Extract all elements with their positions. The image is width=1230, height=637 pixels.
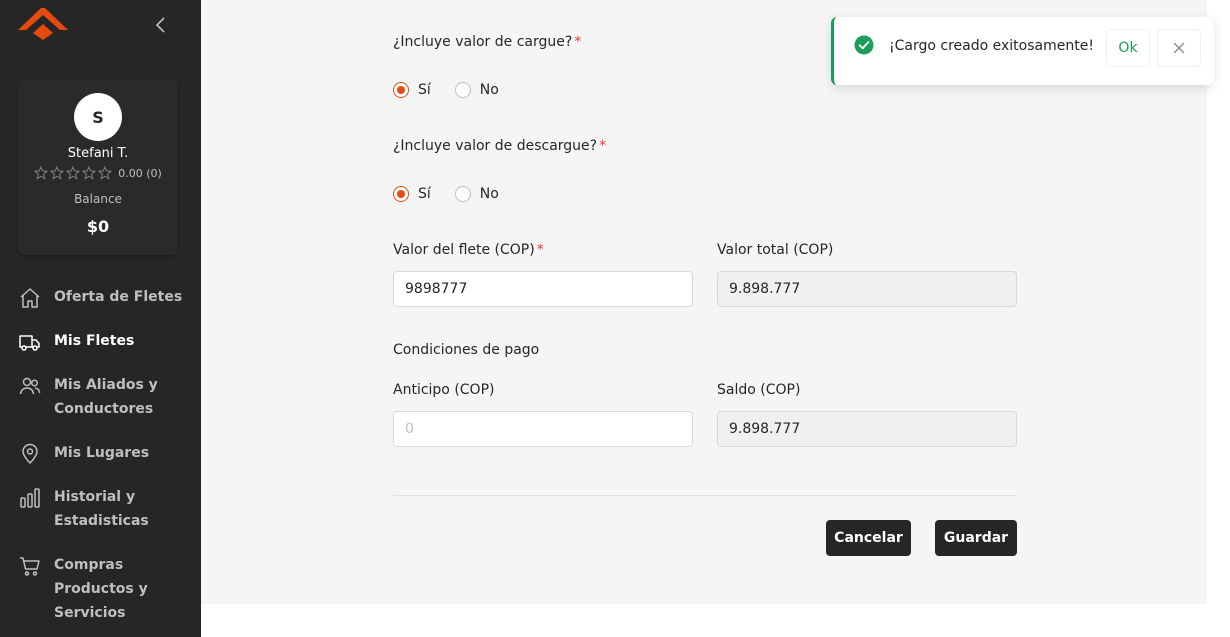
total-field [717, 271, 1017, 307]
freight-form: ¿Incluye valor de cargue? * Sí No ¿Incluy… [201, 0, 1207, 604]
check-circle-icon [854, 35, 874, 55]
rating: 0.00 (0) [18, 166, 178, 180]
saldo-label: Saldo (COP) [717, 382, 801, 398]
cancel-button[interactable]: Cancelar [826, 520, 911, 556]
flete-label-text: Valor del flete (COP) [393, 242, 535, 258]
radio-label: No [479, 82, 499, 98]
main-area: ¿Incluye valor de cargue? * Sí No ¿Incluy… [201, 0, 1230, 637]
nav-item-compras[interactable]: Compras Productos y Servicios [18, 553, 193, 625]
rating-value: 0.00 (0) [118, 166, 162, 180]
saldo-field [717, 411, 1017, 447]
toast-message: ¡Cargo creado exitosamente! [889, 38, 1094, 54]
required-mark: * [599, 138, 607, 154]
star-icon [50, 166, 65, 180]
nav-item-oferta-de-fletes[interactable]: Oferta de Fletes [18, 285, 193, 310]
radio-label: Sí [418, 82, 431, 98]
profile-card: S Stefani T. 0.00 (0) Balance $0 [18, 80, 178, 255]
descargue-question: ¿Incluye valor de descargue? * [393, 138, 606, 154]
success-toast: ¡Cargo creado exitosamente! Ok [831, 17, 1214, 85]
rating-stars [34, 166, 113, 180]
nav-item-mis-aliados[interactable]: Mis Aliados y Conductores [18, 373, 193, 421]
anticipo-label: Anticipo (COP) [393, 382, 495, 398]
nav-label: Mis Fletes [54, 333, 135, 349]
nav-item-historial[interactable]: Historial y Estadisticas [18, 485, 193, 533]
cart-icon [20, 557, 40, 576]
total-label: Valor total (COP) [717, 242, 834, 258]
radio-label: No [479, 186, 499, 202]
avatar[interactable]: S [74, 93, 122, 141]
brand-logo[interactable] [18, 8, 68, 40]
star-icon [98, 166, 113, 180]
descargue-option-si[interactable]: Sí [393, 186, 431, 202]
star-icon [66, 166, 81, 180]
flete-label: Valor del flete (COP) * [393, 242, 544, 258]
users-icon [19, 377, 41, 395]
nav-label: Mis Aliados y Conductores [54, 377, 158, 417]
sidebar: S Stefani T. 0.00 (0) Balance $0 Oferta … [0, 0, 201, 637]
descargue-option-no[interactable]: No [454, 186, 499, 202]
radio-label: Sí [418, 186, 431, 202]
star-icon [82, 166, 97, 180]
nav-label: Historial y Estadisticas [54, 489, 149, 529]
cargue-question: ¿Incluye valor de cargue? * [393, 34, 581, 50]
balance-label: Balance [74, 192, 122, 206]
toast-ok-button[interactable]: Ok [1106, 29, 1150, 67]
nav-item-mis-fletes[interactable]: Mis Fletes [18, 329, 193, 354]
flete-input[interactable] [393, 271, 693, 307]
profile-name: Stefani T. [67, 146, 129, 161]
radio-checked[interactable] [393, 186, 409, 202]
nav-label: Compras Productos y Servicios [54, 557, 148, 621]
toast-close-button[interactable] [1157, 29, 1201, 67]
map-pin-icon [22, 443, 38, 465]
truck-icon [19, 335, 40, 351]
radio-checked[interactable] [393, 82, 409, 98]
required-mark: * [574, 34, 582, 50]
star-icon [34, 166, 49, 180]
cargue-question-text: ¿Incluye valor de cargue? [393, 34, 573, 50]
nav-label: Oferta de Fletes [54, 289, 183, 305]
home-icon [20, 288, 40, 308]
save-button[interactable]: Guardar [935, 520, 1017, 556]
cargue-option-si[interactable]: Sí [393, 82, 431, 98]
form-divider [393, 495, 1017, 496]
close-icon [1173, 42, 1185, 54]
radio-unchecked[interactable] [454, 186, 471, 202]
descargue-question-text: ¿Incluye valor de descargue? [393, 138, 598, 154]
radio-unchecked[interactable] [454, 82, 471, 98]
nav-label: Mis Lugares [54, 445, 150, 461]
cargue-radio-group: Sí No [393, 82, 523, 98]
nav-item-mis-lugares[interactable]: Mis Lugares [18, 441, 193, 466]
balance-value: $0 [86, 217, 110, 236]
required-mark: * [536, 242, 544, 258]
bar-chart-icon [20, 488, 40, 508]
collapse-sidebar-icon[interactable] [152, 14, 170, 36]
cargue-option-no[interactable]: No [454, 82, 499, 98]
descargue-radio-group: Sí No [393, 186, 523, 202]
anticipo-input[interactable] [393, 411, 693, 447]
payment-conditions-title: Condiciones de pago [393, 342, 540, 358]
